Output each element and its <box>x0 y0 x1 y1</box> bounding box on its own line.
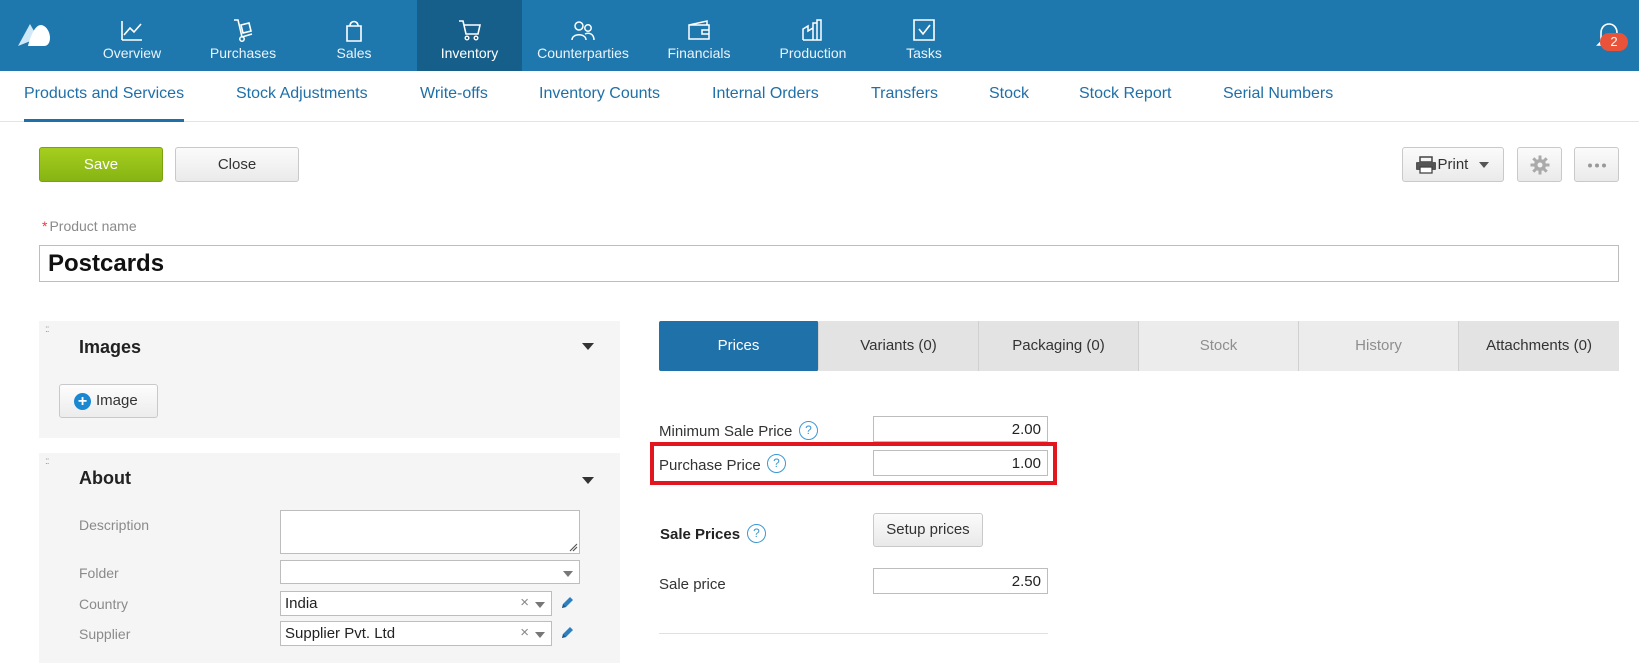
purchase-price-label: Purchase Price <box>659 457 761 474</box>
nav-label: Tasks <box>906 45 942 61</box>
print-label: Print <box>1437 156 1469 173</box>
help-icon[interactable]: ? <box>747 524 766 543</box>
printer-icon <box>1416 156 1436 174</box>
nav-overview[interactable]: Overview <box>82 0 182 71</box>
drag-handle-icon[interactable]: :: <box>45 325 49 335</box>
save-button[interactable]: Save <box>39 147 163 182</box>
top-nav-bar: Overview Purchases Sales Inventory Count… <box>0 0 1639 71</box>
minimum-sale-price-input[interactable]: 2.00 <box>873 416 1048 442</box>
nav-sales[interactable]: Sales <box>304 0 404 71</box>
supplier-select[interactable]: Supplier Pvt. Ltd × <box>280 621 552 646</box>
subnav-stock-adjustments[interactable]: Stock Adjustments <box>236 85 368 103</box>
nav-label: Sales <box>336 45 372 61</box>
subnav-write-offs[interactable]: Write-offs <box>420 85 488 103</box>
tab-variants[interactable]: Variants (0) <box>819 321 979 371</box>
inventory-subnav: Products and Services Stock Adjustments … <box>0 71 1639 122</box>
chevron-down-icon <box>563 571 573 577</box>
product-name-label-text: Product name <box>49 218 137 234</box>
supplier-label: Supplier <box>79 626 131 642</box>
more-dots-icon <box>1588 163 1606 168</box>
sale-prices-heading: Sale Prices <box>660 526 741 543</box>
supplier-value: Supplier Pvt. Ltd <box>285 625 396 642</box>
drag-handle-icon[interactable]: :: <box>45 457 49 467</box>
nav-financials[interactable]: Financials <box>649 0 749 71</box>
hand-truck-icon <box>234 19 253 42</box>
product-name-label: * Product name <box>42 218 137 234</box>
description-label: Description <box>79 517 150 533</box>
product-tabs: Prices Variants (0) Packaging (0) Stock … <box>659 321 1619 371</box>
people-icon <box>571 21 595 41</box>
tab-stock[interactable]: Stock <box>1139 321 1299 371</box>
collapse-caret-icon[interactable] <box>582 477 594 484</box>
purchase-price-input[interactable]: 1.00 <box>873 450 1048 476</box>
add-image-label: Image <box>96 392 138 409</box>
nav-label: Purchases <box>209 45 277 61</box>
setup-prices-button[interactable]: Setup prices <box>873 513 983 547</box>
country-select[interactable]: India × <box>280 591 552 616</box>
subnav-internal-orders[interactable]: Internal Orders <box>712 85 819 103</box>
subnav-inventory-counts[interactable]: Inventory Counts <box>539 85 660 103</box>
subnav-transfers[interactable]: Transfers <box>871 85 938 103</box>
nav-label: Counterparties <box>537 45 629 61</box>
nav-label: Production <box>779 45 847 61</box>
country-label: Country <box>79 596 129 612</box>
nav-label: Inventory <box>440 45 499 61</box>
description-field[interactable] <box>280 510 580 554</box>
subnav-products-and-services[interactable]: Products and Services <box>24 85 185 122</box>
notification-badge[interactable]: 2 <box>1600 33 1628 51</box>
chevron-down-icon <box>1478 162 1489 169</box>
required-mark: * <box>42 218 48 234</box>
factory-icon <box>802 19 822 41</box>
images-panel-title: Images <box>79 337 142 357</box>
minimum-sale-price-label: Minimum Sale Price <box>659 423 793 440</box>
tab-packaging[interactable]: Packaging (0) <box>979 321 1139 371</box>
subnav-stock[interactable]: Stock <box>989 85 1029 103</box>
country-value: India <box>285 595 318 612</box>
print-button[interactable]: Print <box>1402 147 1504 182</box>
nav-purchases[interactable]: Purchases <box>193 0 293 71</box>
resize-grip-icon[interactable] <box>569 543 578 552</box>
subnav-stock-report[interactable]: Stock Report <box>1079 85 1171 103</box>
section-divider <box>659 633 1048 634</box>
plus-circle-icon: + <box>74 393 91 410</box>
clear-icon[interactable]: × <box>520 594 529 611</box>
chevron-down-icon[interactable] <box>535 632 545 638</box>
close-button[interactable]: Close <box>175 147 299 182</box>
shopping-bag-icon <box>346 20 362 42</box>
app-logo[interactable] <box>16 20 52 48</box>
chevron-down-icon[interactable] <box>535 602 545 608</box>
help-icon[interactable]: ? <box>767 454 786 473</box>
nav-counterparties[interactable]: Counterparties <box>533 0 633 71</box>
nav-inventory[interactable]: Inventory <box>417 0 522 71</box>
more-options-button[interactable] <box>1574 147 1619 182</box>
collapse-caret-icon[interactable] <box>582 343 594 350</box>
nav-label: Overview <box>102 45 162 61</box>
shopping-cart-icon <box>458 20 481 41</box>
about-panel-title: About <box>79 468 131 488</box>
tab-attachments[interactable]: Attachments (0) <box>1459 321 1619 371</box>
help-icon[interactable]: ? <box>799 421 818 440</box>
subnav-serial-numbers[interactable]: Serial Numbers <box>1223 85 1333 103</box>
sale-price-label: Sale price <box>659 576 726 593</box>
gear-icon <box>1530 155 1550 175</box>
task-check-icon <box>913 19 935 41</box>
nav-label: Financials <box>667 45 731 61</box>
add-image-button[interactable]: + Image <box>59 384 158 418</box>
folder-label: Folder <box>79 565 119 581</box>
about-panel: :: About Description Folder Country Indi… <box>39 453 620 663</box>
sale-price-input[interactable]: 2.50 <box>873 568 1048 594</box>
images-panel: :: Images + Image <box>39 321 620 438</box>
product-name-input[interactable]: Postcards <box>39 245 1619 282</box>
edit-pencil-icon[interactable] <box>559 625 575 641</box>
settings-button[interactable] <box>1517 147 1562 182</box>
folder-select[interactable] <box>280 560 580 584</box>
tab-history[interactable]: History <box>1299 321 1459 371</box>
clear-icon[interactable]: × <box>520 624 529 641</box>
tab-prices[interactable]: Prices <box>659 321 819 371</box>
nav-production[interactable]: Production <box>763 0 863 71</box>
nav-tasks[interactable]: Tasks <box>874 0 974 71</box>
wallet-icon <box>688 20 710 40</box>
chart-line-icon <box>121 21 142 41</box>
edit-pencil-icon[interactable] <box>559 595 575 611</box>
